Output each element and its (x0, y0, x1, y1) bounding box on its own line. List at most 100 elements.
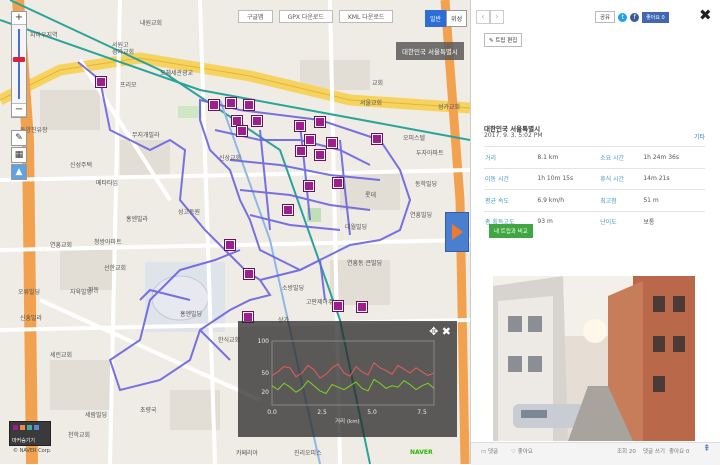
photo-marker[interactable] (96, 77, 106, 87)
stats-key: 소요 시간 (599, 146, 643, 168)
map-label: 지하우지역 (30, 32, 58, 39)
map-label: 연흥빌딩 (410, 212, 433, 219)
comment-link[interactable]: ▭ 댓글 (481, 447, 498, 455)
series-line-0 (271, 361, 435, 379)
map-label: 한식교회 (218, 337, 241, 344)
map-label: 세린교회 (50, 352, 73, 359)
zoom-slider[interactable] (12, 25, 26, 104)
photo-marker[interactable] (315, 150, 325, 160)
photo-marker[interactable] (372, 134, 382, 144)
move-icon[interactable]: ✥ (429, 325, 438, 338)
zoom-out-button[interactable]: − (12, 104, 26, 117)
stats-row: 거리 8.1 km 소요 시간 1h 24m 36s (484, 146, 705, 168)
x-tick-label: 5.0 (367, 409, 377, 416)
map-label: 두자아파트 (416, 150, 444, 157)
photo-marker[interactable] (315, 117, 325, 127)
map-label: 연흥동 큰빌딩 (347, 260, 383, 267)
zoom-in-button[interactable]: + (12, 12, 26, 25)
map-label: 청방아파트 (94, 239, 122, 246)
zoom-control[interactable]: + − (11, 11, 27, 118)
map-label: 카페리아 (236, 450, 259, 457)
map-label: 내원교회 (140, 20, 163, 27)
y-tick-label: 20 (261, 389, 269, 396)
stats-value: 1h 24m 36s (642, 146, 705, 168)
photo-marker[interactable] (244, 100, 254, 110)
satellite-map-tab[interactable]: 위성 (446, 10, 468, 27)
map-label: 성가교회 (438, 104, 461, 111)
map-label: 오피스텔 (403, 135, 426, 142)
trip-photo[interactable] (493, 276, 695, 441)
trip-detail-panel: ‹ › 공유 t f 좋아요 0 ✖ ✎ 트립 편집 대한민국 서울특별시 20… (470, 0, 720, 465)
photo-marker[interactable] (333, 178, 343, 188)
stats-value: 93 m (536, 210, 600, 232)
share-button[interactable]: 공유 (595, 11, 616, 23)
photo-marker[interactable] (209, 100, 219, 110)
stats-row: 이동 시간 1h 10m 15s 휴식 시간 14m 21s (484, 167, 705, 190)
stats-value: 6.9 km/h (536, 189, 600, 211)
measure-tool-icon[interactable]: ✎ (11, 130, 27, 146)
marker-legend[interactable]: 마커숨기기 (9, 421, 51, 446)
stats-value: 51 m (642, 189, 705, 211)
map-label: 홍엔빌라 (126, 216, 149, 223)
normal-map-tab[interactable]: 일반 (425, 10, 447, 27)
panel-footer: ▭ 댓글 ♡ 좋아요 조회 20 댓글 쓰기 좋아요 0 ⇞ (471, 442, 720, 465)
like-count: 좋아요 0 (669, 449, 690, 455)
gpx-download-button[interactable]: GPX 다운로드 (278, 10, 333, 23)
photo-marker[interactable] (305, 135, 315, 145)
photo-marker[interactable] (232, 116, 242, 126)
photo-marker[interactable] (296, 146, 306, 156)
map-label: 성고동원 (178, 209, 201, 216)
share-bar: 공유 t f 좋아요 0 (595, 11, 669, 23)
map-label: 프리모 (120, 82, 137, 89)
elevation-tool-icon[interactable]: ▲ (11, 164, 27, 180)
photo-nav: ‹ › (476, 10, 504, 24)
download-buttons: 구글맵 GPX 다운로드 KML 다운로드 (238, 10, 394, 23)
map-label: 소방빌딩 (282, 285, 305, 292)
elevation-profile-panel[interactable]: ✥ ✖ 0.0 2.5 5.0 7.5 100 50 20 거리 (km) (238, 321, 457, 437)
map-view[interactable]: 내원교회 지하우지역 서원고 성가교회 프리모 오체세관광교 동양진유장 무지개빌라 신성주택 메… (0, 0, 470, 464)
layer-tool-icon[interactable]: ▦ (11, 147, 27, 163)
write-comment-link[interactable]: 댓글 쓰기 (643, 447, 665, 455)
kml-download-button[interactable]: KML 다운로드 (338, 10, 394, 23)
photo-marker[interactable] (304, 181, 314, 191)
map-label: 홍엔빌딩 (180, 311, 203, 318)
facebook-like-button[interactable]: 좋아요 0 (642, 11, 669, 23)
prev-icon[interactable]: ‹ (476, 10, 490, 24)
twitter-icon[interactable]: t (618, 12, 628, 22)
like-link[interactable]: ♡ 좋아요 (511, 447, 533, 455)
map-label: 파동 (88, 287, 100, 294)
zoom-slider-knob[interactable] (13, 57, 25, 62)
heart-icon: ♡ (511, 449, 516, 455)
photo-marker[interactable] (237, 126, 247, 136)
photo-marker[interactable] (333, 301, 343, 311)
photo-marker[interactable] (283, 205, 293, 215)
map-label: 메타타임 (96, 180, 119, 187)
google-map-button[interactable]: 구글맵 (238, 10, 273, 23)
y-tick-label: 50 (261, 370, 269, 377)
stats-key: 최고점 (599, 189, 643, 211)
facebook-icon[interactable]: f (630, 12, 640, 22)
map-label: 천학교회 (68, 432, 91, 439)
etc-link[interactable]: 기타 (694, 132, 705, 141)
map-label: 오체세관광교 (160, 70, 194, 77)
play-button[interactable] (445, 212, 469, 252)
photo-marker[interactable] (225, 240, 235, 250)
scroll-top-icon[interactable]: ⇞ (703, 444, 711, 454)
close-panel-button[interactable]: ✖ (699, 6, 712, 24)
photo-marker[interactable] (295, 121, 305, 131)
next-icon[interactable]: › (490, 10, 504, 24)
photo-marker[interactable] (327, 138, 337, 148)
compare-trip-button[interactable]: 내 트립과 비교 (489, 224, 533, 238)
map-label: 성가교회 (112, 49, 135, 56)
photo-marker[interactable] (357, 302, 367, 312)
close-icon[interactable]: ✖ (442, 325, 451, 338)
map-label: 진리오피스 (294, 450, 322, 457)
map-label: 동학빌딩 (415, 181, 438, 188)
photo-marker[interactable] (252, 116, 262, 126)
map-label: 서울교회 (360, 100, 383, 107)
edit-trip-button[interactable]: ✎ 트립 편집 (484, 33, 523, 47)
photo-marker[interactable] (244, 269, 254, 279)
photo-marker[interactable] (226, 98, 236, 108)
series-line-1 (271, 378, 435, 395)
trip-stats-table: 거리 8.1 km 소요 시간 1h 24m 36s 이동 시간 1h 10m 15s 휴식… (484, 146, 705, 232)
